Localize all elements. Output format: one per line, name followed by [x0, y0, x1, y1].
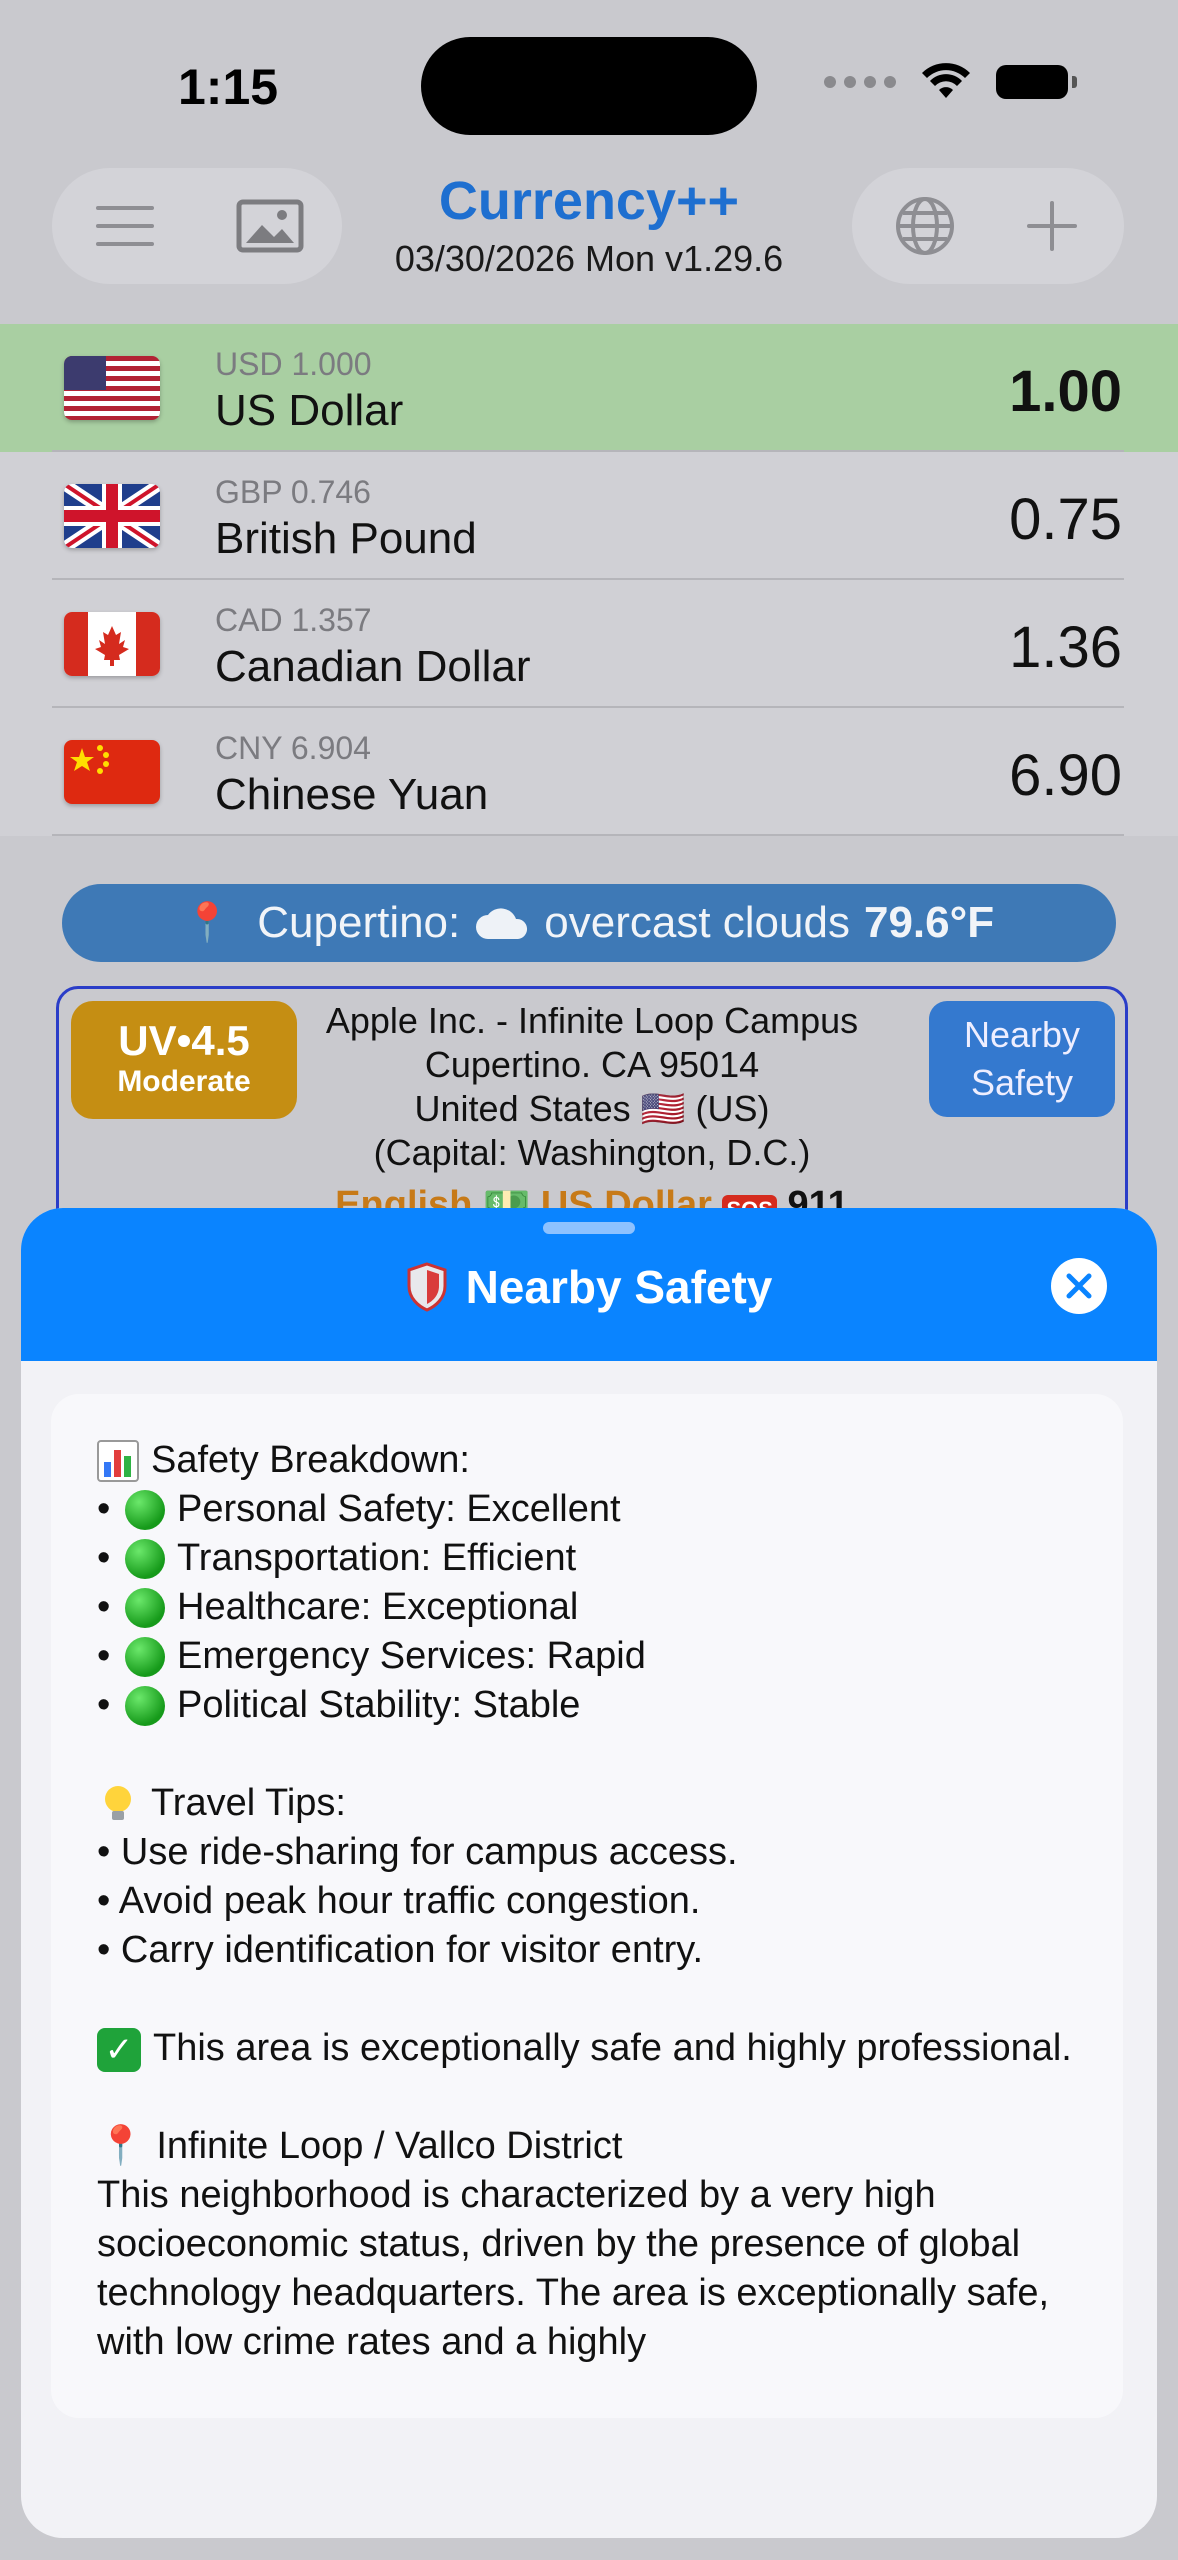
globe-icon — [895, 197, 954, 255]
uv-value: UV•4.5 — [118, 1017, 250, 1064]
district-heading: 📍 Infinite Loop / Vallco District — [97, 2125, 623, 2167]
green-circle-icon — [125, 1587, 165, 1628]
green-circle-icon — [125, 1538, 165, 1579]
globe-button[interactable] — [852, 168, 997, 284]
currency-row-usd[interactable]: USD 1.000 US Dollar 1.00 — [0, 324, 1178, 452]
currency-code: CNY 6.904 — [215, 730, 371, 766]
currency-code: USD 1.000 — [215, 346, 372, 382]
canada-flag-icon — [64, 612, 160, 676]
right-toolbar — [852, 168, 1124, 284]
weather-temp: 79.6°F — [863, 898, 995, 947]
breakdown-item: • Transportation: Efficient — [97, 1537, 577, 1579]
nearby-safety-button[interactable]: Nearby Safety — [929, 1001, 1115, 1117]
currency-code: CAD 1.357 — [215, 602, 372, 638]
uk-flag-icon — [64, 484, 160, 548]
tips-heading: Travel Tips: — [97, 1779, 1097, 1828]
wifi-icon — [922, 63, 970, 98]
status-bar: 1:15 — [0, 0, 1178, 170]
shield-icon — [407, 1262, 447, 1312]
close-button[interactable] — [1051, 1258, 1107, 1314]
currency-row-cny[interactable]: CNY 6.904 Chinese Yuan 6.90 — [0, 708, 1178, 836]
green-circle-icon — [125, 1489, 165, 1530]
breakdown-item: • Healthcare: Exceptional — [97, 1586, 579, 1628]
grab-handle[interactable] — [543, 1222, 635, 1234]
green-circle-icon — [125, 1685, 165, 1726]
breakdown-item: • Political Stability: Stable — [97, 1684, 581, 1726]
currency-name: British Pound — [215, 514, 477, 563]
breakdown-item: • Personal Safety: Excellent — [97, 1488, 621, 1530]
district-text: This neighborhood is characterized by a … — [97, 2174, 1050, 2363]
pin-icon: 📍 — [183, 902, 232, 944]
chart-icon — [97, 1439, 139, 1482]
sheet-title-text: Nearby Safety — [465, 1261, 773, 1313]
add-currency-button[interactable] — [979, 168, 1124, 284]
battery-icon — [996, 65, 1077, 99]
currency-amount[interactable]: 0.75 — [1009, 486, 1122, 553]
china-flag-icon — [64, 740, 160, 804]
currency-row-gbp[interactable]: GBP 0.746 British Pound 0.75 — [0, 452, 1178, 580]
location-card: Apple Inc. - Infinite Loop Campus Cupert… — [56, 986, 1128, 1232]
uv-badge[interactable]: UV•4.5 Moderate — [71, 1001, 297, 1119]
currency-code: GBP 0.746 — [215, 474, 371, 510]
weather-city: Cupertino: — [257, 898, 461, 947]
tip-item: • Use ride-sharing for campus access. — [97, 1831, 738, 1873]
sheet-title: Nearby Safety — [21, 1260, 1157, 1314]
tip-item: • Avoid peak hour traffic congestion. — [97, 1880, 701, 1922]
weather-condition: overcast clouds — [544, 898, 850, 947]
address-line: (Capital: Washington, D.C.) — [373, 1132, 811, 1173]
nearby-safety-label: Nearby Safety — [963, 1014, 1081, 1103]
currency-name: Canadian Dollar — [215, 642, 531, 691]
uv-label: Moderate — [117, 1065, 251, 1098]
breakdown-heading: Safety Breakdown: — [97, 1436, 1097, 1485]
green-circle-icon — [125, 1636, 165, 1677]
summary: ✓ This area is exceptionally safe and hig… — [97, 2024, 1097, 2073]
currency-name: US Dollar — [215, 386, 404, 435]
sheet-header: Nearby Safety — [21, 1208, 1157, 1361]
pin-icon: 📍 — [97, 2125, 145, 2167]
dynamic-island — [421, 37, 757, 135]
cloud-icon — [476, 908, 528, 939]
bulb-icon — [105, 1785, 131, 1820]
safety-content[interactable]: Safety Breakdown: • Personal Safety: Exce… — [51, 1394, 1123, 2418]
currency-amount[interactable]: 1.36 — [1009, 614, 1122, 681]
breakdown-item: • Emergency Services: Rapid — [97, 1635, 646, 1677]
close-icon — [1066, 1273, 1092, 1299]
tip-item: • Carry identification for visitor entry… — [97, 1929, 704, 1971]
plus-icon — [1026, 201, 1077, 251]
nearby-safety-sheet: Nearby Safety Safety Breakdown: • Persona… — [21, 1208, 1157, 2538]
check-icon: ✓ — [97, 2027, 141, 2072]
status-icons — [824, 62, 1077, 102]
us-flag-icon — [64, 356, 160, 420]
currency-amount[interactable]: 1.00 — [1009, 358, 1122, 425]
currency-name: Chinese Yuan — [215, 770, 489, 819]
signal-icon — [824, 76, 896, 88]
weather-bar[interactable]: 📍 Cupertino: overcast clouds 79.6°F — [62, 884, 1116, 962]
safety-text: Safety Breakdown: • Personal Safety: Exce… — [97, 1436, 1097, 2367]
currency-row-cad[interactable]: CAD 1.357 Canadian Dollar 1.36 — [0, 580, 1178, 708]
status-time: 1:15 — [178, 59, 279, 115]
currency-amount[interactable]: 6.90 — [1009, 742, 1122, 809]
